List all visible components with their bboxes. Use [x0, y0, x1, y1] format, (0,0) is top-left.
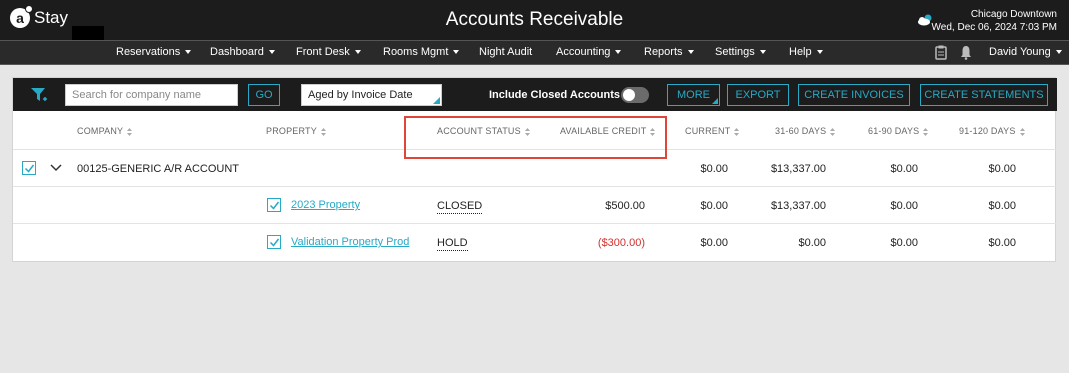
- sort-icon: [830, 127, 836, 136]
- app-header: a Stay Accounts Receivable Chicago Downt…: [0, 0, 1069, 54]
- nav-rooms-mgmt[interactable]: Rooms Mgmt: [383, 46, 460, 58]
- caret-down-icon: [1055, 50, 1062, 55]
- page-title: Accounts Receivable: [445, 9, 624, 30]
- group-current: $0.00: [700, 163, 728, 175]
- available-credit: $500.00: [605, 200, 645, 212]
- aged-by-select[interactable]: Aged by Invoice Date: [301, 84, 442, 106]
- amount-91-120: $0.00: [988, 237, 1016, 249]
- amount-61-90: $0.00: [890, 200, 918, 212]
- sort-icon: [923, 127, 929, 136]
- include-closed-toggle[interactable]: [621, 87, 649, 103]
- check-icon: [269, 201, 280, 210]
- group-checkbox[interactable]: [22, 161, 36, 175]
- include-closed-label: Include Closed Accounts: [489, 89, 621, 101]
- highlight-annotation: [404, 116, 667, 159]
- col-header-current[interactable]: CURRENT: [685, 126, 740, 136]
- row-checkbox[interactable]: [267, 198, 281, 212]
- group-61-90: $0.00: [890, 163, 918, 175]
- current-amount: $0.00: [700, 200, 728, 212]
- caret-down-icon: [687, 50, 694, 55]
- nav-reservations[interactable]: Reservations: [116, 46, 192, 58]
- property-link[interactable]: Validation Property Prod: [291, 236, 409, 248]
- available-credit: ($300.00): [597, 237, 645, 249]
- property-link[interactable]: 2023 Property: [291, 199, 360, 211]
- user-menu[interactable]: David Young: [989, 46, 1062, 58]
- company-search-input[interactable]: [65, 84, 238, 106]
- export-button[interactable]: EXPORT: [727, 84, 789, 106]
- sort-icon: [734, 127, 740, 136]
- divider: [13, 223, 1057, 224]
- col-header-31-60-days[interactable]: 31-60 DAYS: [775, 126, 836, 136]
- check-icon: [24, 164, 35, 173]
- caret-down-icon: [759, 50, 766, 55]
- bell-icon[interactable]: [960, 45, 972, 60]
- nav-settings[interactable]: Settings: [715, 46, 766, 58]
- sort-icon: [1019, 127, 1025, 136]
- nav-accounting[interactable]: Accounting: [556, 46, 622, 58]
- more-button[interactable]: MORE: [667, 84, 720, 106]
- ar-card: GO Aged by Invoice Date Include Closed A…: [12, 77, 1057, 262]
- col-header-company[interactable]: COMPANY: [77, 126, 133, 136]
- row-checkbox[interactable]: [267, 235, 281, 249]
- current-amount: $0.00: [700, 237, 728, 249]
- hotel-location: Chicago Downtown: [970, 9, 1057, 20]
- sort-icon: [127, 127, 133, 136]
- chevron-down-icon[interactable]: [50, 164, 62, 172]
- caret-down-icon: [185, 50, 192, 55]
- clipboard-icon[interactable]: [935, 45, 947, 60]
- create-statements-button[interactable]: CREATE STATEMENTS: [920, 84, 1048, 106]
- amount-31-60: $13,337.00: [770, 200, 826, 212]
- col-header-61-90-days[interactable]: 61-90 DAYS: [868, 126, 929, 136]
- nav-help[interactable]: Help: [789, 46, 823, 58]
- caret-down-icon: [615, 50, 622, 55]
- account-status[interactable]: CLOSED: [437, 200, 483, 214]
- toggle-knob: [623, 89, 635, 101]
- amount-61-90: $0.00: [890, 237, 918, 249]
- nav-front-desk[interactable]: Front Desk: [296, 46, 361, 58]
- divider: [13, 186, 1057, 187]
- caret-down-icon: [268, 50, 275, 55]
- create-invoices-button[interactable]: CREATE INVOICES: [798, 84, 910, 106]
- group-company: 00125-GENERIC A/R ACCOUNT: [77, 163, 239, 175]
- main-nav: Reservations Dashboard Front Desk Rooms …: [0, 40, 1069, 65]
- group-91-120: $0.00: [988, 163, 1016, 175]
- caret-down-icon: [354, 50, 361, 55]
- go-button[interactable]: GO: [248, 84, 280, 106]
- nav-reports[interactable]: Reports: [644, 46, 694, 58]
- nav-night-audit[interactable]: Night Audit: [479, 46, 532, 58]
- ar-toolbar: GO Aged by Invoice Date Include Closed A…: [13, 78, 1057, 111]
- amount-31-60: $0.00: [798, 237, 826, 249]
- col-header-91-120-days[interactable]: 91-120 DAYS: [959, 126, 1025, 136]
- filter-plus-icon[interactable]: [30, 86, 48, 104]
- caret-down-icon: [453, 50, 460, 55]
- amount-91-120: $0.00: [988, 200, 1016, 212]
- account-status[interactable]: HOLD: [437, 237, 468, 251]
- caret-down-icon: [816, 50, 823, 55]
- current-datetime: Wed, Dec 06, 2024 7:03 PM: [931, 22, 1057, 33]
- nav-dashboard[interactable]: Dashboard: [210, 46, 275, 58]
- group-31-60: $13,337.00: [770, 163, 826, 175]
- sort-icon: [320, 127, 326, 136]
- check-icon: [269, 238, 280, 247]
- col-header-property[interactable]: PROPERTY: [266, 126, 326, 136]
